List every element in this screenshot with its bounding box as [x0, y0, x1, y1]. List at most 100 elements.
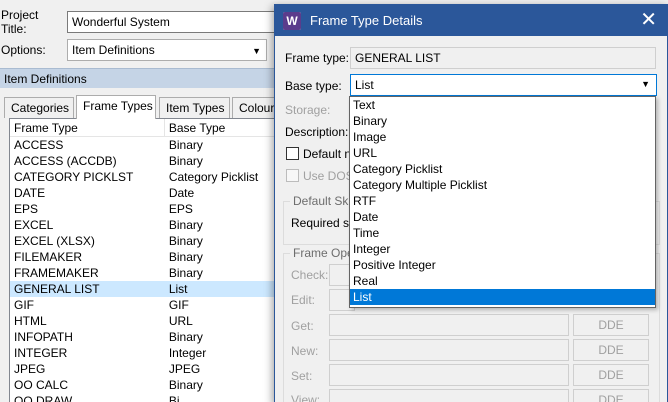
table-row[interactable]: EPS EPS [10, 201, 280, 217]
dropdown-option[interactable]: Time [350, 225, 655, 241]
dropdown-option[interactable]: Integer [350, 241, 655, 257]
tab-categories[interactable]: Categories [4, 97, 74, 118]
description-label: Description: [285, 125, 349, 139]
frame-type-cell: GENERAL LIST [14, 282, 100, 296]
dropdown-option[interactable]: Binary [350, 113, 655, 129]
edit-label: Edit: [291, 293, 316, 307]
view-dde-button[interactable]: DDE [573, 389, 649, 402]
set-label: Set: [291, 369, 313, 383]
project-title-input[interactable]: Wonderful System [67, 11, 277, 33]
table-row[interactable]: DATE Date [10, 185, 280, 201]
table-row[interactable]: ACCESS Binary [10, 137, 280, 153]
frame-type-label: Frame type: [285, 51, 350, 65]
table-row-selected[interactable]: GENERAL LIST List [10, 281, 280, 297]
tab-frame-types[interactable]: Frame Types [76, 95, 156, 119]
frame-type-cell: EXCEL (XLSX) [14, 234, 95, 248]
frame-type-cell: JPEG [14, 362, 46, 376]
base-type-label: Base type: [285, 79, 342, 93]
list-body: ACCESS Binary ACCESS (ACCDB) Binary CATEGO… [10, 137, 280, 402]
dialog-titlebar[interactable]: W Frame Type Details ✕ [275, 5, 667, 36]
view-label: View: [291, 393, 321, 402]
base-type-cell: Binary [168, 218, 203, 232]
project-title-row: Project Title: [0, 8, 66, 36]
base-type-select[interactable]: List ▼ [350, 74, 657, 96]
set-field [329, 364, 569, 386]
base-type-cell: GIF [168, 298, 189, 312]
chevron-down-icon: ▼ [641, 79, 650, 89]
tab-item-types[interactable]: Item Types [159, 97, 230, 118]
dos-checkbox[interactable] [286, 169, 299, 182]
table-row[interactable]: ACCESS (ACCDB) Binary [10, 153, 280, 169]
column-header-base-type[interactable]: Base Type [165, 119, 280, 136]
default-checkbox-label: Default n [303, 147, 352, 161]
frame-type-cell: INFOPATH [14, 330, 73, 344]
list-header: Frame Type Base Type [10, 119, 280, 137]
frame-type-cell: DATE [14, 186, 46, 200]
get-field [329, 314, 569, 336]
table-row[interactable]: FILEMAKER Binary [10, 249, 280, 265]
view-field [329, 389, 569, 402]
base-type-cell: URL [168, 314, 193, 328]
frame-type-cell: FRAMEMAKER [14, 266, 99, 280]
base-type-cell: Category Picklist [168, 170, 259, 184]
dropdown-option-selected[interactable]: List [350, 289, 655, 305]
base-type-value: List [355, 78, 374, 92]
dropdown-option[interactable]: Image [350, 129, 655, 145]
table-row[interactable]: OO CALC Binary [10, 377, 280, 393]
base-type-cell: List [168, 282, 188, 296]
frame-type-field: GENERAL LIST [350, 47, 656, 69]
frame-type-cell: EXCEL [14, 218, 54, 232]
dropdown-option[interactable]: Category Picklist [350, 161, 655, 177]
default-checkbox[interactable] [286, 147, 299, 160]
base-type-cell: Binary [168, 266, 203, 280]
table-row[interactable]: GIF GIF [10, 297, 280, 313]
frame-types-list[interactable]: Frame Type Base Type ACCESS Binary ACCESS… [9, 118, 281, 402]
dropdown-option[interactable]: URL [350, 145, 655, 161]
base-type-cell: Binary [168, 330, 203, 344]
table-row[interactable]: EXCEL (XLSX) Binary [10, 233, 280, 249]
table-row[interactable]: INFOPATH Binary [10, 329, 280, 345]
frame-type-cell: HTML [14, 314, 47, 328]
base-type-cell: JPEG [168, 362, 201, 376]
check-label: Check: [291, 268, 329, 282]
table-row[interactable]: FRAMEMAKER Binary [10, 265, 280, 281]
options-select-value: Item Definitions [72, 43, 155, 57]
frame-operations-group-title: Frame Ope [290, 246, 357, 260]
base-type-cell: EPS [168, 202, 193, 216]
table-row[interactable]: OO DRAW Bi [10, 393, 280, 402]
new-dde-button[interactable]: DDE [573, 339, 649, 361]
dropdown-option[interactable]: Text [350, 97, 655, 113]
table-row[interactable]: EXCEL Binary [10, 217, 280, 233]
frame-type-cell: CATEGORY PICKLST [14, 170, 134, 184]
new-field [329, 339, 569, 361]
frame-type-cell: ACCESS [14, 138, 64, 152]
set-dde-button[interactable]: DDE [573, 364, 649, 386]
dropdown-option[interactable]: Date [350, 209, 655, 225]
column-header-frame-type[interactable]: Frame Type [10, 119, 165, 136]
options-row: Options: [0, 38, 66, 62]
frame-type-cell: FILEMAKER [14, 250, 83, 264]
base-type-dropdown-list[interactable]: Text Binary Image URL Category Picklist … [349, 96, 656, 308]
project-title-label: Project Title: [1, 8, 39, 36]
storage-label: Storage: [285, 103, 331, 117]
base-type-cell: Integer [168, 346, 207, 360]
dropdown-option[interactable]: RTF [350, 193, 655, 209]
frame-type-cell: ACCESS (ACCDB) [14, 154, 117, 168]
options-label: Options: [1, 43, 46, 57]
default-skill-group-title: Default Skil [290, 194, 357, 208]
dropdown-option[interactable]: Category Multiple Picklist [350, 177, 655, 193]
dropdown-option[interactable]: Positive Integer [350, 257, 655, 273]
dropdown-option[interactable]: Real [350, 273, 655, 289]
base-type-cell: Binary [168, 138, 203, 152]
frame-type-cell: GIF [14, 298, 34, 312]
chevron-down-icon: ▼ [252, 46, 261, 56]
frame-type-cell: INTEGER [14, 346, 68, 360]
table-row[interactable]: INTEGER Integer [10, 345, 280, 361]
close-icon[interactable]: ✕ [640, 10, 657, 30]
section-title: Item Definitions [0, 68, 280, 88]
table-row[interactable]: HTML URL [10, 313, 280, 329]
table-row[interactable]: CATEGORY PICKLST Category Picklist [10, 169, 280, 185]
table-row[interactable]: JPEG JPEG [10, 361, 280, 377]
get-dde-button[interactable]: DDE [573, 314, 649, 336]
options-select[interactable]: Item Definitions ▼ [67, 39, 267, 61]
